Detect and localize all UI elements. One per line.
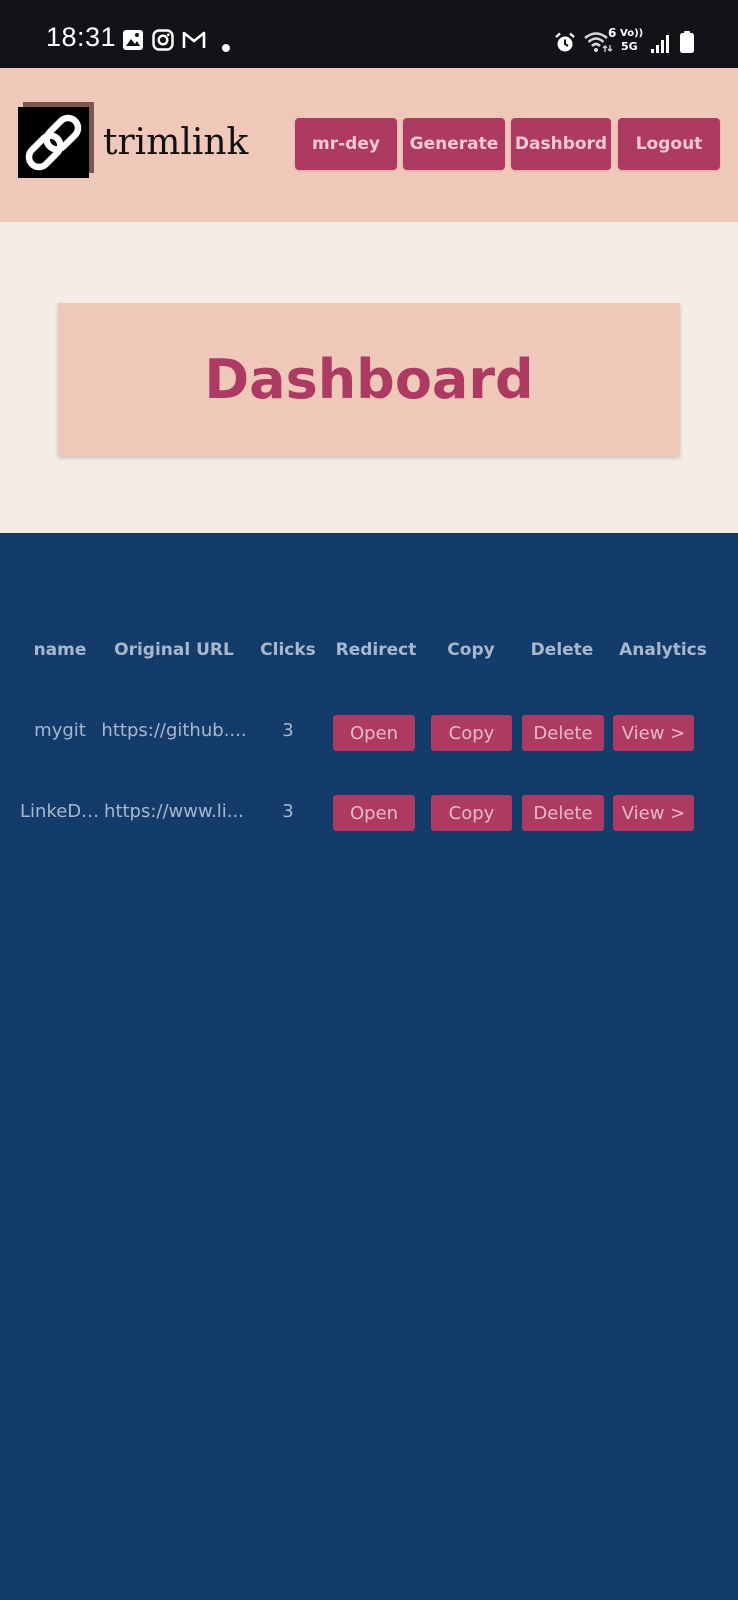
volte-5g-icon: Vo)) 5G bbox=[620, 28, 644, 53]
row-clicks: 3 bbox=[282, 720, 294, 741]
row-name: LinkeDi... bbox=[20, 801, 100, 822]
page-title: Dashboard bbox=[204, 348, 534, 411]
row-original-url: https://www.li... bbox=[104, 801, 244, 822]
signal-icon bbox=[650, 32, 672, 58]
view-analytics-button[interactable]: View > bbox=[613, 715, 694, 751]
delete-button[interactable]: Delete bbox=[522, 715, 604, 751]
brand-name[interactable]: trimlink bbox=[103, 122, 248, 163]
header-clicks: Clicks bbox=[260, 640, 316, 660]
header-delete: Delete bbox=[530, 640, 594, 660]
wifi-icon: 6 bbox=[584, 26, 616, 58]
copy-button[interactable]: Copy bbox=[431, 715, 512, 751]
title-card: Dashboard bbox=[58, 303, 680, 456]
dot-icon bbox=[222, 37, 230, 56]
gmail-icon bbox=[182, 30, 206, 54]
row-original-url: https://github.... bbox=[101, 720, 247, 741]
gallery-icon bbox=[122, 29, 144, 55]
open-button[interactable]: Open bbox=[333, 795, 415, 831]
nav-logout-button[interactable]: Logout bbox=[618, 118, 720, 170]
header-copy: Copy bbox=[447, 640, 495, 660]
header-name: name bbox=[33, 640, 87, 660]
logo[interactable] bbox=[18, 102, 94, 178]
alarm-icon bbox=[554, 32, 576, 58]
status-bar: 18:31 6 Vo)) 5G bbox=[0, 0, 738, 68]
copy-button[interactable]: Copy bbox=[431, 795, 512, 831]
open-button[interactable]: Open bbox=[333, 715, 415, 751]
wifi-label: 6 bbox=[608, 26, 617, 40]
battery-icon bbox=[680, 31, 694, 57]
app-header: trimlink mr-dey Generate Dashbord Logout bbox=[0, 68, 738, 222]
nav-dashboard-button[interactable]: Dashbord bbox=[511, 118, 611, 170]
title-section: Dashboard bbox=[0, 222, 738, 533]
link-icon bbox=[18, 107, 89, 178]
delete-button[interactable]: Delete bbox=[522, 795, 604, 831]
row-name: mygit bbox=[34, 720, 86, 741]
header-original-url: Original URL bbox=[114, 640, 234, 660]
nav-user-button[interactable]: mr-dey bbox=[295, 118, 397, 170]
status-time: 18:31 bbox=[46, 22, 117, 52]
header-redirect: Redirect bbox=[335, 640, 417, 660]
header-analytics: Analytics bbox=[619, 640, 707, 660]
row-clicks: 3 bbox=[282, 801, 294, 822]
nav-generate-button[interactable]: Generate bbox=[403, 118, 505, 170]
view-analytics-button[interactable]: View > bbox=[613, 795, 694, 831]
instagram-icon bbox=[152, 29, 174, 55]
